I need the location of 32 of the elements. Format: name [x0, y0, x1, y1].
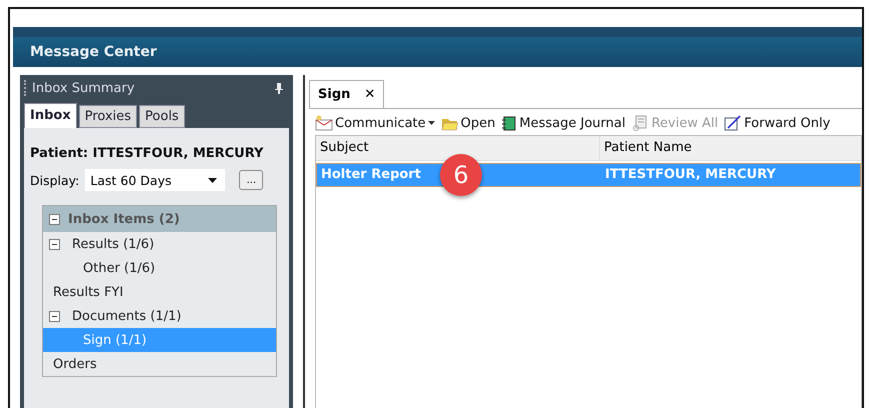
document-tab[interactable]: Sign ✕: [309, 80, 384, 108]
caret-icon: [208, 178, 218, 182]
column-header[interactable]: Patient Name: [600, 136, 692, 160]
toolbar-button[interactable]: Open: [440, 115, 496, 131]
tree-item[interactable]: Results (1/6): [43, 232, 276, 256]
grip-icon[interactable]: [24, 80, 28, 96]
tree-header[interactable]: Inbox Items (2): [43, 206, 276, 232]
toolbar-button[interactable]: Forward Only: [724, 115, 830, 131]
tree-item[interactable]: Other (1/6): [43, 256, 276, 280]
close-icon[interactable]: ✕: [364, 87, 376, 102]
inbox-tab[interactable]: Inbox: [24, 103, 77, 128]
pin-icon[interactable]: [275, 82, 283, 94]
inbox-tab[interactable]: Proxies: [78, 105, 138, 128]
tree-item[interactable]: Documents (1/1): [43, 304, 276, 328]
pencil-document-icon: [724, 115, 742, 131]
panel-title: Inbox Summary: [32, 80, 136, 96]
display-label: Display:: [30, 172, 80, 188]
display-dropdown[interactable]: Last 60 Days: [85, 169, 226, 191]
patient-name: Patient: ITTESTFOUR, MERCURY: [30, 146, 264, 161]
collapse-icon[interactable]: [49, 214, 60, 224]
inbox-tab[interactable]: Pools: [139, 105, 185, 128]
tree-item[interactable]: Results FYI: [43, 280, 276, 304]
toolbar-button[interactable]: Communicate: [315, 115, 435, 131]
more-button[interactable]: ...: [239, 170, 264, 190]
envelope-icon: [315, 115, 333, 131]
notebook-icon: [501, 115, 518, 131]
table-cell: Holter Report: [321, 167, 421, 182]
window-title: Message Center: [13, 37, 862, 67]
table-cell: ITTESTFOUR, MERCURY: [605, 167, 776, 182]
toolbar-button[interactable]: Message Journal: [501, 115, 626, 131]
tree-item[interactable]: Orders: [43, 352, 276, 376]
document-icon: [631, 115, 650, 131]
